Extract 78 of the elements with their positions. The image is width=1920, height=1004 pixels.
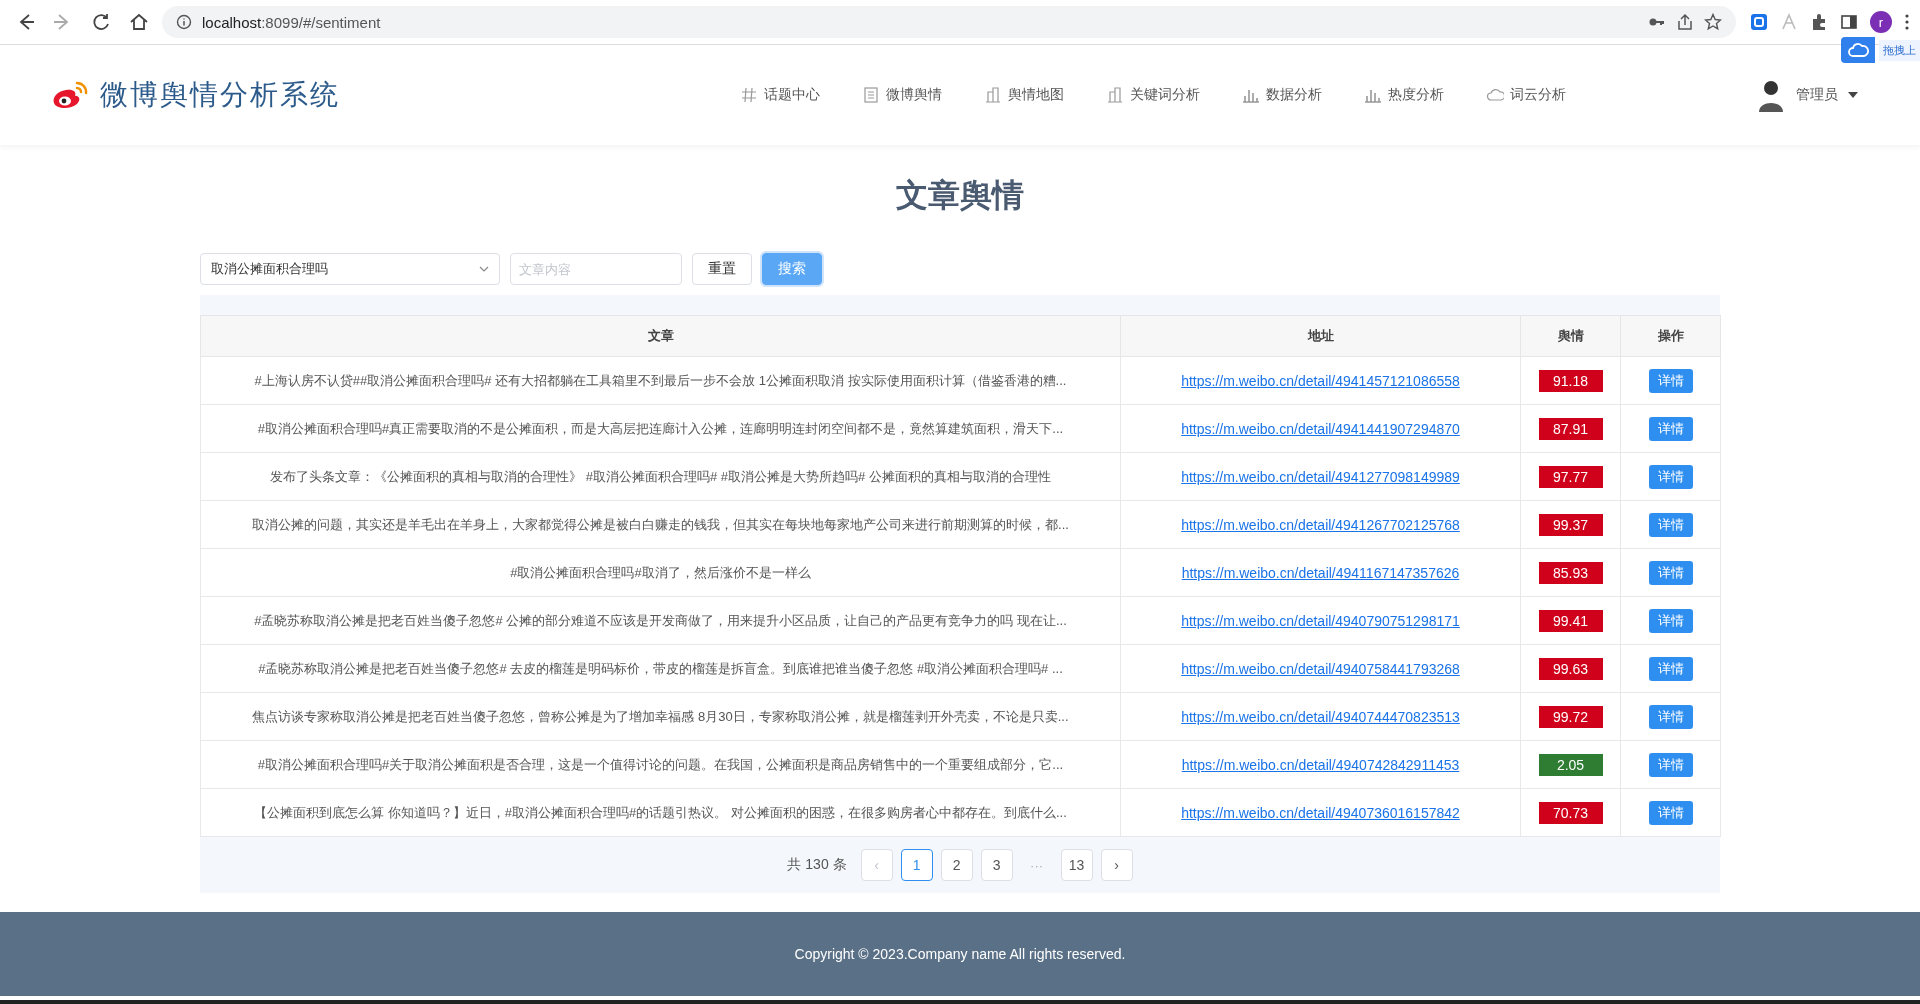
page-button[interactable]: 1 xyxy=(900,849,933,881)
detail-button[interactable]: 详情 xyxy=(1648,512,1693,537)
info-icon xyxy=(176,14,192,30)
puzzle-icon[interactable] xyxy=(1810,13,1828,31)
column-header: 地址 xyxy=(1120,315,1521,357)
share-icon[interactable] xyxy=(1676,13,1694,31)
page-button[interactable]: 3 xyxy=(980,849,1013,881)
chevron-down-icon xyxy=(479,266,489,272)
score-badge: 2.05 xyxy=(1538,753,1603,776)
topic-select[interactable]: 取消公摊面积合理吗 xyxy=(200,253,500,285)
article-cell: #孟晓苏称取消公摊是把老百姓当傻子忽悠# 公摊的部分难道不应该是开发商做了，用来提升小区品质，让自己的产品更有竞争力的吗 现在让... xyxy=(200,596,1121,645)
detail-button[interactable]: 详情 xyxy=(1648,464,1693,489)
url-text: localhost:8099/#/sentiment xyxy=(202,13,381,31)
article-cell: #取消公摊面积合理吗#取消了，然后涨价不是一样么 xyxy=(200,548,1121,597)
caret-icon[interactable] xyxy=(1848,92,1858,98)
column-header: 舆情 xyxy=(1520,315,1621,357)
nav-link[interactable]: 数据分析 xyxy=(1242,86,1322,104)
nav-link[interactable]: 舆情地图 xyxy=(984,86,1064,104)
detail-button[interactable]: 详情 xyxy=(1648,560,1693,585)
app-title: 微博舆情分析系统 xyxy=(100,78,340,112)
score-badge: 85.93 xyxy=(1538,561,1603,584)
article-cell: 【公摊面积到底怎么算 你知道吗？】近日，#取消公摊面积合理吗#的话题引热议。 对公摊面积的困惑，在很多购房者心中都存在。到底什么... xyxy=(200,788,1121,837)
detail-button[interactable]: 详情 xyxy=(1648,800,1693,825)
side-panel-icon[interactable] xyxy=(1840,13,1858,31)
score-badge: 70.73 xyxy=(1538,801,1603,824)
avatar-icon xyxy=(1756,78,1786,112)
address-bar[interactable]: localhost:8099/#/sentiment xyxy=(162,6,1736,38)
article-cell: #取消公摊面积合理吗#真正需要取消的不是公摊面积，而是大高层把连廊计入公摊，连廊明明连封闭空间都不是，竟然算建筑面积，滑天下... xyxy=(200,404,1121,453)
detail-button[interactable]: 详情 xyxy=(1648,608,1693,633)
score-badge: 99.72 xyxy=(1538,705,1603,728)
column-header: 文章 xyxy=(200,315,1121,357)
page-button[interactable]: 2 xyxy=(940,849,973,881)
nav-link[interactable]: 关键词分析 xyxy=(1106,86,1200,104)
column-header: 操作 xyxy=(1620,315,1721,357)
star-icon[interactable] xyxy=(1704,13,1722,31)
article-cell: #取消公摊面积合理吗#关于取消公摊面积是否合理，这是一个值得讨论的问题。在我国，公摊面积是商品房销售中的一个重要组成部分，它... xyxy=(200,740,1121,789)
detail-button[interactable]: 详情 xyxy=(1648,656,1693,681)
score-badge: 99.41 xyxy=(1538,609,1603,632)
cloud-icon xyxy=(1486,86,1504,104)
nav-link[interactable]: 词云分析 xyxy=(1486,86,1566,104)
home-icon[interactable] xyxy=(128,11,150,33)
score-badge: 99.63 xyxy=(1538,657,1603,680)
detail-button[interactable]: 详情 xyxy=(1648,704,1693,729)
nav-link[interactable]: 微博舆情 xyxy=(862,86,942,104)
detail-button[interactable]: 详情 xyxy=(1648,752,1693,777)
user-menu[interactable]: 管理员 xyxy=(1796,86,1838,104)
copyright-text: Copyright © 2023.Company name All rights reserved. xyxy=(794,946,1126,962)
score-badge: 91.18 xyxy=(1538,369,1603,392)
document-icon xyxy=(862,86,880,104)
article-cell: #上海认房不认贷##取消公摊面积合理吗# 还有大招都躺在工具箱里不到最后一步不会放 1公摊面积取消 按实际使用面积计算（借鉴香港的糟... xyxy=(200,356,1121,405)
hash-icon xyxy=(740,86,758,104)
ellipsis: ··· xyxy=(1029,857,1045,873)
detail-button[interactable]: 详情 xyxy=(1648,416,1693,441)
upload-tooltip: 拖拽上 xyxy=(1879,39,1920,61)
article-cell: 焦点访谈专家称取消公摊是把老百姓当傻子忽悠，曾称公摊是为了增加幸福感 8月30日，专家称取消公摊，就是榴莲剥开外壳卖，不论是只卖... xyxy=(200,692,1121,741)
detail-button[interactable]: 详情 xyxy=(1648,368,1693,393)
next-page-button[interactable]: › xyxy=(1100,849,1133,881)
reset-button[interactable]: 重置 xyxy=(692,253,752,285)
nav-link[interactable]: 热度分析 xyxy=(1364,86,1444,104)
extension-icon[interactable] xyxy=(1750,13,1768,31)
page-title: 文章舆情 xyxy=(896,176,1024,215)
building-icon xyxy=(1106,86,1124,104)
nav-link[interactable]: 话题中心 xyxy=(740,86,820,104)
cloud-icon xyxy=(1847,42,1869,58)
article-cell: #孟晓苏称取消公摊是把老百姓当傻子忽悠# 去皮的榴莲是明码标价，带皮的榴莲是拆盲盒。到底谁把谁当傻子忽悠 #取消公摊面积合理吗# ... xyxy=(200,644,1121,693)
score-badge: 99.37 xyxy=(1538,513,1603,536)
more-icon[interactable] xyxy=(1904,13,1910,31)
article-cell: 取消公摊的问题，其实还是羊毛出在羊身上，大家都觉得公摊是被白白赚走的钱我，但其实在每块地每家地产公司来进行前期测算的时候，都... xyxy=(200,500,1121,549)
score-badge: 87.91 xyxy=(1538,417,1603,440)
article-cell: 发布了头条文章：《公摊面积的真相与取消的合理性》 #取消公摊面积合理吗# #取消公摊是大势所趋吗# 公摊面积的真相与取消的合理性 xyxy=(200,452,1121,501)
search-field[interactable]: 文章内容 xyxy=(510,253,682,285)
building-icon xyxy=(984,86,1002,104)
total-count: 共 130 条 xyxy=(787,856,847,874)
page-button[interactable]: 13 xyxy=(1060,849,1093,881)
score-badge: 97.77 xyxy=(1538,465,1603,488)
upload-button[interactable] xyxy=(1841,37,1875,63)
search-button[interactable]: 搜索 xyxy=(762,253,822,285)
profile-button[interactable]: r xyxy=(1870,11,1892,33)
